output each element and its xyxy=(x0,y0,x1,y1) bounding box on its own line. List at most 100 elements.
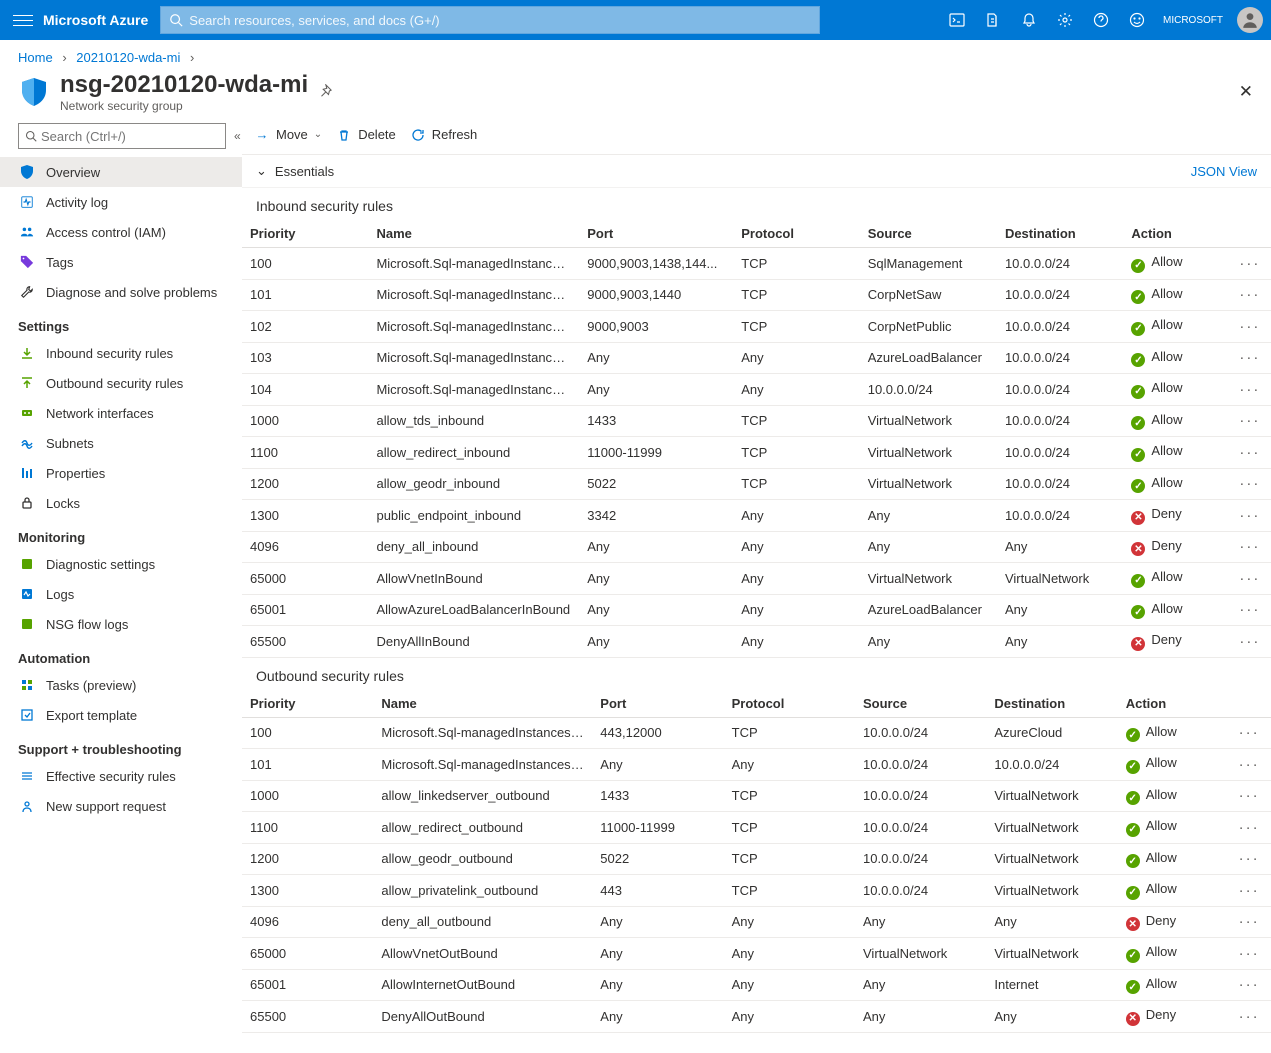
row-menu-icon[interactable]: ··· xyxy=(1239,787,1260,804)
row-menu-icon[interactable]: ··· xyxy=(1239,601,1260,618)
sidebar-item-tasks[interactable]: Tasks (preview) xyxy=(0,670,242,700)
row-menu-icon[interactable]: ··· xyxy=(1239,286,1260,303)
header-source[interactable]: Source xyxy=(860,220,997,248)
delete-button[interactable]: Delete xyxy=(336,127,396,143)
sidebar-item-tags[interactable]: Tags xyxy=(0,247,242,277)
header-priority[interactable]: Priority xyxy=(242,690,373,718)
table-row[interactable]: 101Microsoft.Sql-managedInstances_U...90… xyxy=(242,279,1271,311)
table-row[interactable]: 65001AllowInternetOutBoundAnyAnyAnyInter… xyxy=(242,969,1271,1001)
help-icon[interactable] xyxy=(1085,0,1117,40)
sidebar-item-support[interactable]: New support request xyxy=(0,791,242,821)
header-source[interactable]: Source xyxy=(855,690,986,718)
notifications-icon[interactable] xyxy=(1013,0,1045,40)
move-button[interactable]: →Move ⌄ xyxy=(254,127,322,143)
row-menu-icon[interactable]: ··· xyxy=(1239,507,1260,524)
table-row[interactable]: 1200allow_geodr_outbound5022TCP10.0.0.0/… xyxy=(242,843,1271,875)
header-name[interactable]: Name xyxy=(373,690,592,718)
row-menu-icon[interactable]: ··· xyxy=(1239,819,1260,836)
header-priority[interactable]: Priority xyxy=(242,220,368,248)
row-menu-icon[interactable]: ··· xyxy=(1239,475,1260,492)
breadcrumb-item[interactable]: 20210120-wda-mi xyxy=(76,50,180,65)
row-menu-icon[interactable]: ··· xyxy=(1239,381,1260,398)
table-row[interactable]: 65500DenyAllInBoundAnyAnyAnyAny✕Deny··· xyxy=(242,626,1271,658)
table-row[interactable]: 100Microsoft.Sql-managedInstances_U...44… xyxy=(242,717,1271,749)
table-row[interactable]: 65000AllowVnetOutBoundAnyAnyVirtualNetwo… xyxy=(242,938,1271,970)
json-view-link[interactable]: JSON View xyxy=(1191,164,1257,179)
table-row[interactable]: 1100allow_redirect_inbound11000-11999TCP… xyxy=(242,437,1271,469)
row-menu-icon[interactable]: ··· xyxy=(1239,255,1260,272)
header-destination[interactable]: Destination xyxy=(986,690,1117,718)
hamburger-icon[interactable] xyxy=(13,10,33,30)
sidebar-item-overview[interactable]: Overview xyxy=(0,157,242,187)
cloudshell-icon[interactable] xyxy=(941,0,973,40)
table-row[interactable]: 1300allow_privatelink_outbound443TCP10.0… xyxy=(242,875,1271,907)
avatar[interactable] xyxy=(1237,7,1263,33)
sidebar-item-subnets[interactable]: Subnets xyxy=(0,428,242,458)
row-menu-icon[interactable]: ··· xyxy=(1239,444,1260,461)
sidebar-item-activity[interactable]: Activity log xyxy=(0,187,242,217)
collapse-icon[interactable]: « xyxy=(234,129,241,143)
row-menu-icon[interactable]: ··· xyxy=(1239,882,1260,899)
table-row[interactable]: 65500DenyAllOutBoundAnyAnyAnyAny✕Deny··· xyxy=(242,1001,1271,1033)
table-row[interactable]: 1000allow_tds_inbound1433TCPVirtualNetwo… xyxy=(242,405,1271,437)
table-row[interactable]: 4096deny_all_outboundAnyAnyAnyAny✕Deny··… xyxy=(242,906,1271,938)
row-menu-icon[interactable]: ··· xyxy=(1239,945,1260,962)
header-name[interactable]: Name xyxy=(368,220,579,248)
row-menu-icon[interactable]: ··· xyxy=(1239,976,1260,993)
global-search-input[interactable] xyxy=(183,12,811,29)
table-row[interactable]: 1000allow_linkedserver_outbound1433TCP10… xyxy=(242,780,1271,812)
table-row[interactable]: 101Microsoft.Sql-managedInstances_U...An… xyxy=(242,749,1271,781)
row-menu-icon[interactable]: ··· xyxy=(1239,633,1260,650)
row-menu-icon[interactable]: ··· xyxy=(1239,318,1260,335)
sidebar-item-diagnose[interactable]: Diagnose and solve problems xyxy=(0,277,242,307)
header-destination[interactable]: Destination xyxy=(997,220,1123,248)
header-port[interactable]: Port xyxy=(579,220,733,248)
sidebar-item-logs[interactable]: Logs xyxy=(0,579,242,609)
global-search[interactable] xyxy=(160,6,820,34)
header-protocol[interactable]: Protocol xyxy=(733,220,859,248)
table-row[interactable]: 103Microsoft.Sql-managedInstances_U...An… xyxy=(242,342,1271,374)
table-row[interactable]: 102Microsoft.Sql-managedInstances_U...90… xyxy=(242,311,1271,343)
sidebar-item-effective[interactable]: Effective security rules xyxy=(0,761,242,791)
refresh-button[interactable]: Refresh xyxy=(410,127,478,143)
sidebar-item-nsglogs[interactable]: NSG flow logs xyxy=(0,609,242,639)
row-menu-icon[interactable]: ··· xyxy=(1239,412,1260,429)
header-port[interactable]: Port xyxy=(592,690,723,718)
sidebar-item-outbound[interactable]: Outbound security rules xyxy=(0,368,242,398)
table-row[interactable]: 1200allow_geodr_inbound5022TCPVirtualNet… xyxy=(242,468,1271,500)
close-icon[interactable]: ✕ xyxy=(1239,82,1253,102)
table-row[interactable]: 4096deny_all_inboundAnyAnyAnyAny✕Deny··· xyxy=(242,531,1271,563)
directory-icon[interactable] xyxy=(977,0,1009,40)
row-menu-icon[interactable]: ··· xyxy=(1239,570,1260,587)
row-menu-icon[interactable]: ··· xyxy=(1239,349,1260,366)
chevron-down-icon[interactable]: ⌄ xyxy=(256,163,267,179)
feedback-icon[interactable] xyxy=(1121,0,1153,40)
sidebar-search-input[interactable] xyxy=(37,128,219,145)
header-action[interactable]: Action xyxy=(1118,690,1227,718)
row-menu-icon[interactable]: ··· xyxy=(1239,850,1260,867)
sidebar-search[interactable] xyxy=(18,123,226,149)
sidebar-item-iam[interactable]: Access control (IAM) xyxy=(0,217,242,247)
row-menu-icon[interactable]: ··· xyxy=(1239,724,1260,741)
sidebar-item-diagsettings[interactable]: Diagnostic settings xyxy=(0,549,242,579)
table-row[interactable]: 1300public_endpoint_inbound3342AnyAny10.… xyxy=(242,500,1271,532)
sidebar-item-locks[interactable]: Locks xyxy=(0,488,242,518)
table-row[interactable]: 65001AllowAzureLoadBalancerInBoundAnyAny… xyxy=(242,594,1271,626)
table-row[interactable]: 1100allow_redirect_outbound11000-11999TC… xyxy=(242,812,1271,844)
header-action[interactable]: Action xyxy=(1123,220,1228,248)
pin-icon[interactable] xyxy=(318,84,332,101)
breadcrumb-home[interactable]: Home xyxy=(18,50,53,65)
sidebar-item-inbound[interactable]: Inbound security rules xyxy=(0,338,242,368)
table-row[interactable]: 100Microsoft.Sql-managedInstances_U...90… xyxy=(242,248,1271,280)
table-row[interactable]: 65000AllowVnetInBoundAnyAnyVirtualNetwor… xyxy=(242,563,1271,595)
row-menu-icon[interactable]: ··· xyxy=(1239,913,1260,930)
sidebar-item-export[interactable]: Export template xyxy=(0,700,242,730)
sidebar-item-network[interactable]: Network interfaces xyxy=(0,398,242,428)
table-row[interactable]: 104Microsoft.Sql-managedInstances_U...An… xyxy=(242,374,1271,406)
sidebar-item-properties[interactable]: Properties xyxy=(0,458,242,488)
header-protocol[interactable]: Protocol xyxy=(724,690,855,718)
row-menu-icon[interactable]: ··· xyxy=(1239,1008,1260,1025)
row-menu-icon[interactable]: ··· xyxy=(1239,756,1260,773)
row-menu-icon[interactable]: ··· xyxy=(1239,538,1260,555)
settings-icon[interactable] xyxy=(1049,0,1081,40)
